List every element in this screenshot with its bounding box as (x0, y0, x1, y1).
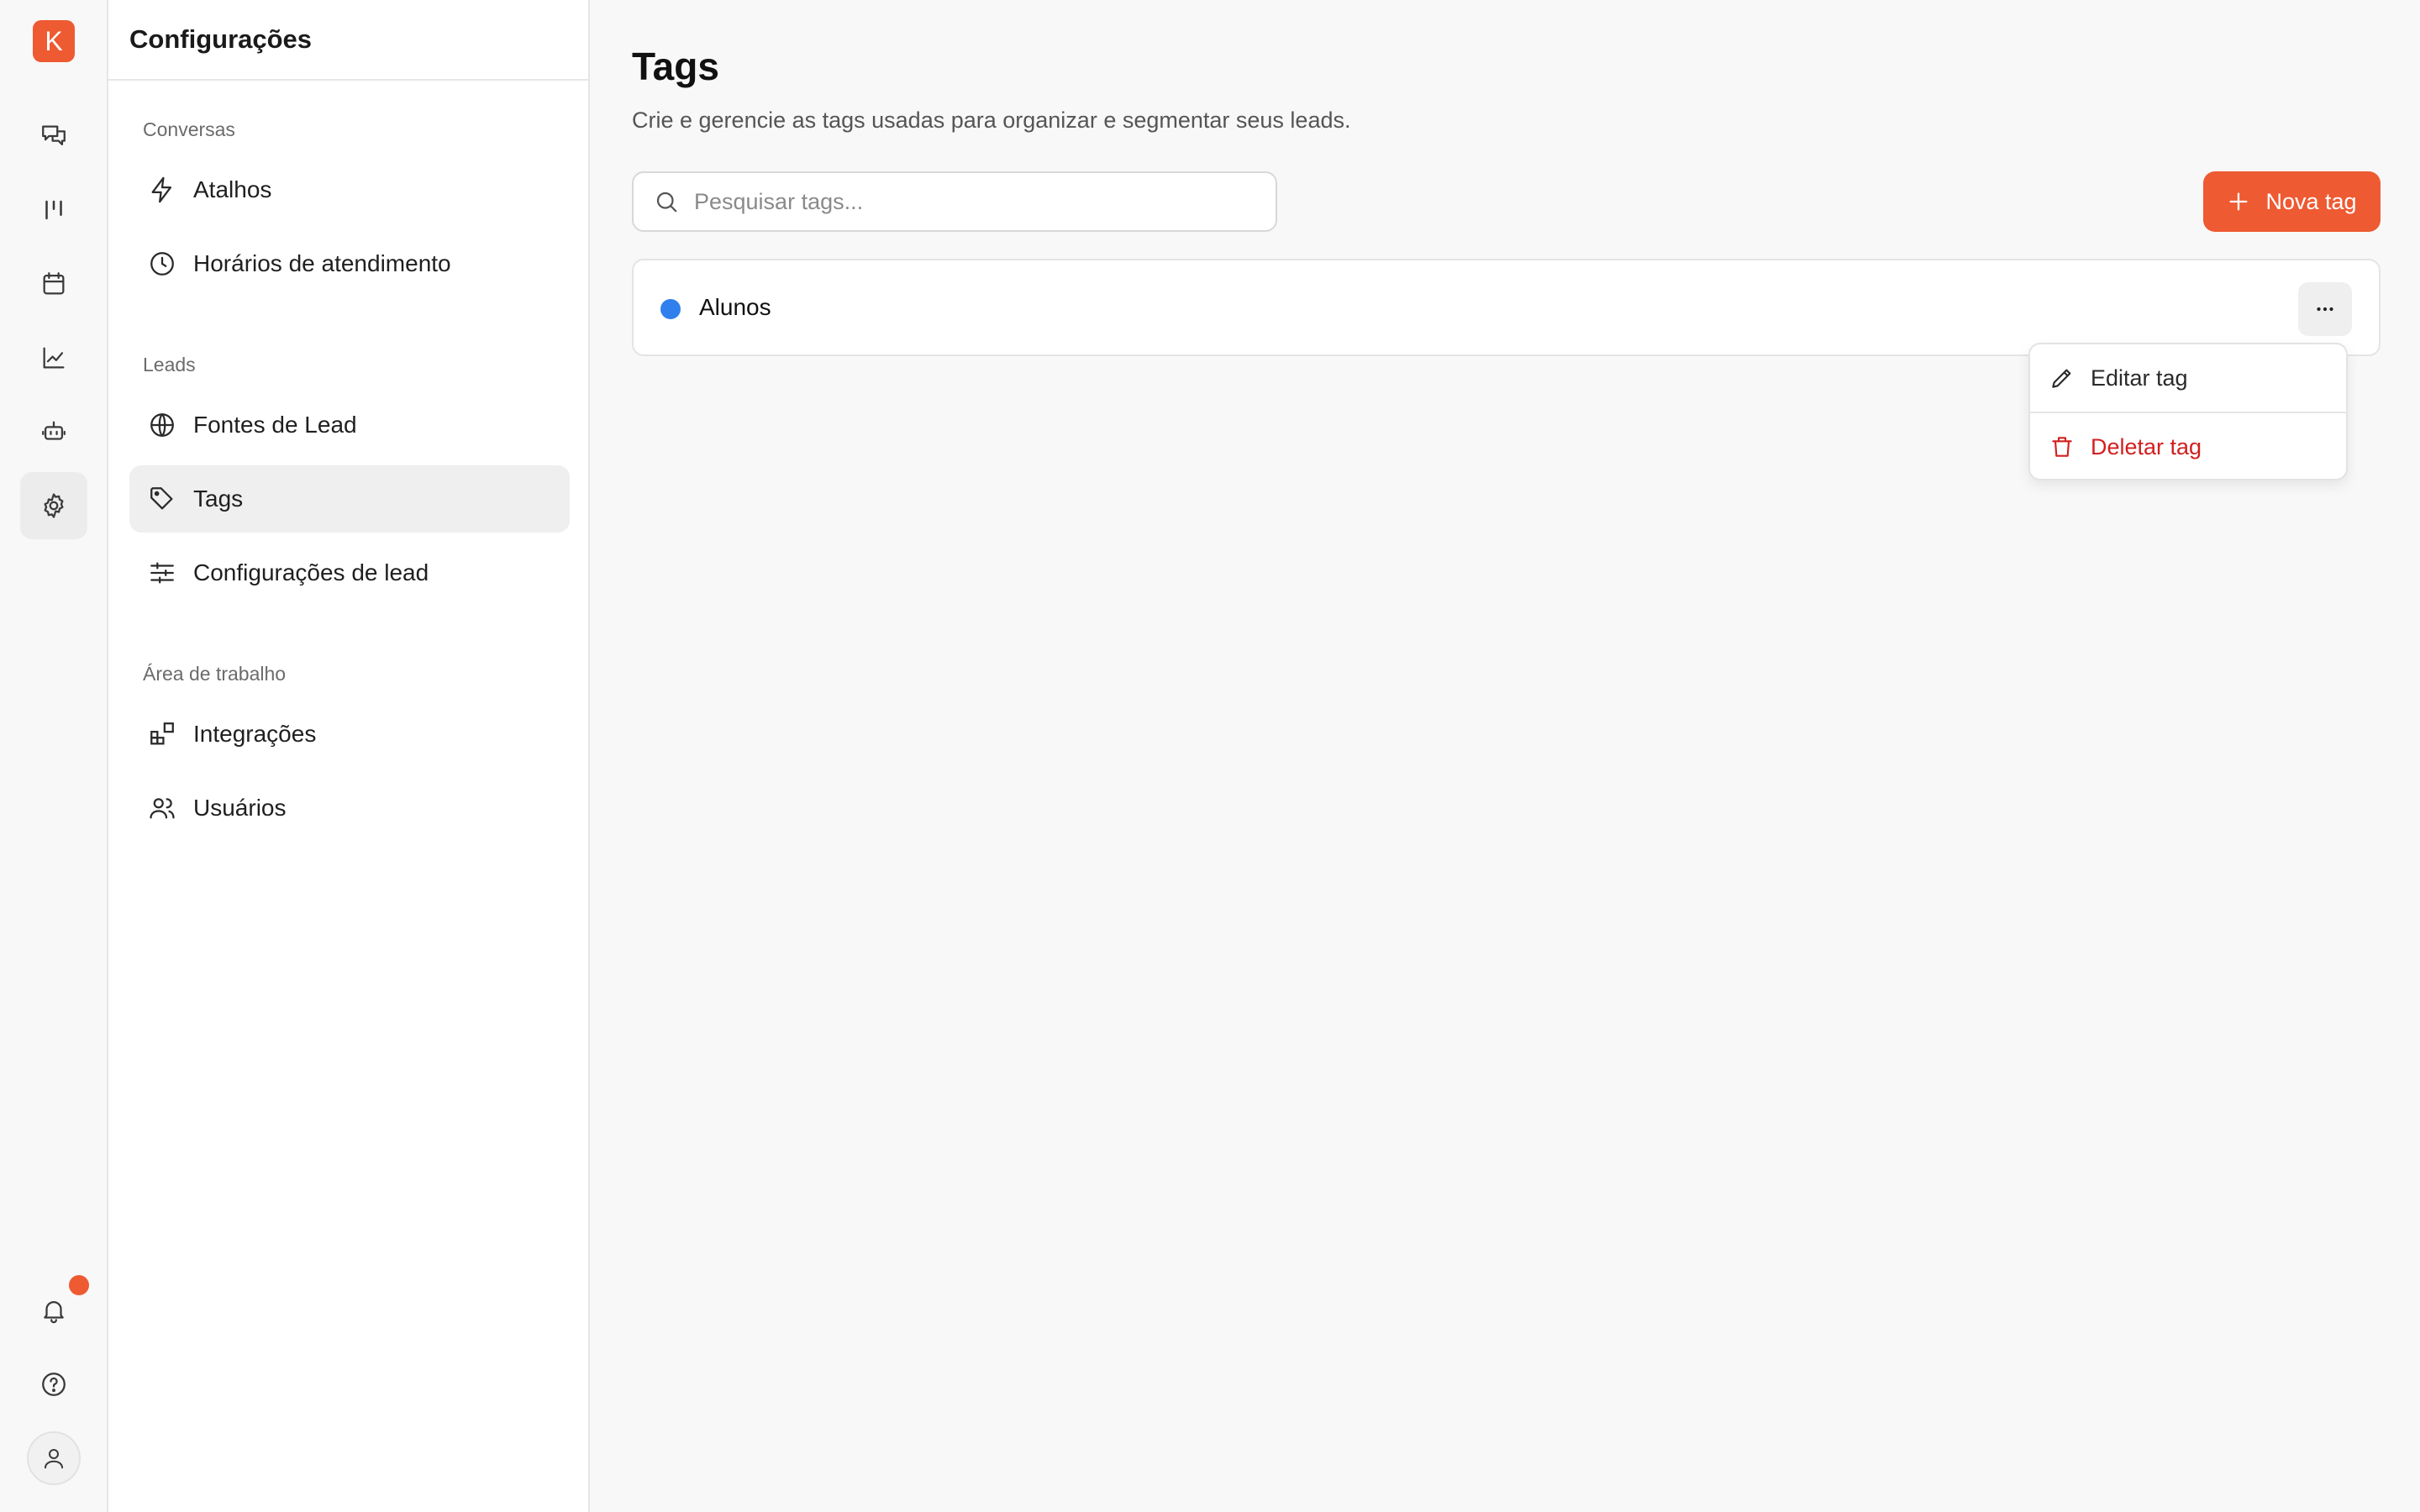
sidebar-item-fontes-de-lead[interactable]: Fontes de Lead (129, 391, 570, 459)
globe-icon (150, 412, 174, 438)
sliders-icon (150, 562, 174, 584)
icon-rail: K (0, 0, 108, 1512)
help-circle-icon (42, 1373, 66, 1396)
lightning-icon (151, 176, 172, 203)
settings-sidebar: Configurações Conversas Atalhos Horários… (108, 0, 590, 1512)
sidebar-item-label: Integrações (193, 721, 317, 747)
search-box[interactable] (632, 171, 1277, 232)
blocks-icon (150, 722, 174, 745)
tag-more-actions-button[interactable] (2298, 282, 2352, 336)
delete-tag-menu-item[interactable]: Deletar tag (2030, 413, 2346, 480)
help-button[interactable] (20, 1351, 87, 1418)
tag-icon (150, 487, 173, 510)
calendar-nav-button[interactable] (20, 250, 87, 318)
bot-icon (42, 421, 66, 440)
page-description: Crie e gerencie as tags usadas para orga… (632, 108, 1351, 133)
users-icon (150, 798, 175, 819)
new-tag-button-label: Nova tag (2265, 188, 2357, 214)
bell-icon (44, 1301, 64, 1324)
main-content: Tags Crie e gerencie as tags usadas para… (592, 0, 2420, 1512)
tag-row[interactable]: Alunos (632, 259, 2381, 356)
kanban-icon (45, 200, 62, 220)
page-title: Tags (632, 45, 719, 88)
line-chart-icon (43, 347, 65, 369)
clock-icon (150, 252, 174, 276)
app-logo[interactable]: K (33, 20, 75, 62)
chat-bubbles-icon (42, 125, 66, 146)
sidebar-header: Configurações (108, 0, 588, 81)
pencil-icon (2052, 369, 2071, 388)
calendar-icon (43, 272, 65, 295)
settings-nav-button[interactable] (20, 472, 87, 539)
bot-nav-button[interactable] (20, 398, 87, 465)
delete-tag-label: Deletar tag (2091, 433, 2202, 459)
sidebar-item-label: Horários de atendimento (193, 250, 451, 276)
sidebar-item-label: Fontes de Lead (193, 412, 357, 438)
tag-color-dot (660, 299, 681, 319)
sidebar-item-label: Configurações de lead (193, 559, 429, 585)
search-icon (656, 192, 677, 213)
more-horizontal-icon (2317, 307, 2333, 312)
sidebar-item-label: Atalhos (193, 176, 272, 202)
pipeline-nav-button[interactable] (20, 176, 87, 244)
tag-name: Alunos (699, 294, 771, 320)
gear-icon (44, 493, 64, 518)
sidebar-item-label: Usuários (193, 795, 287, 821)
sidebar-item-integracoes[interactable]: Integrações (129, 701, 570, 768)
sidebar-item-horarios[interactable]: Horários de atendimento (129, 230, 570, 297)
sidebar-item-usuarios[interactable]: Usuários (129, 774, 570, 842)
conversations-nav-button[interactable] (20, 102, 87, 170)
section-label-leads: Leads (143, 354, 196, 375)
sidebar-item-configuracoes-de-lead[interactable]: Configurações de lead (129, 539, 570, 606)
section-label-conversas: Conversas (143, 118, 235, 140)
new-tag-button[interactable]: Nova tag (2203, 171, 2381, 232)
section-label-area-de-trabalho: Área de trabalho (143, 663, 287, 685)
notification-badge (69, 1275, 89, 1295)
edit-tag-label: Editar tag (2091, 365, 2188, 391)
reports-nav-button[interactable] (20, 324, 87, 391)
sidebar-item-atalhos[interactable]: Atalhos (129, 156, 570, 223)
user-avatar[interactable] (27, 1431, 81, 1485)
sidebar-title: Configurações (129, 24, 313, 54)
trash-icon (2052, 437, 2072, 457)
tag-context-menu: Editar tag Deletar tag (2028, 343, 2348, 480)
sidebar-item-tags[interactable]: Tags (129, 465, 570, 533)
user-icon (45, 1449, 63, 1469)
search-input[interactable] (694, 188, 1232, 215)
plus-icon (2229, 192, 2248, 211)
edit-tag-menu-item[interactable]: Editar tag (2030, 344, 2346, 412)
sidebar-item-label: Tags (193, 486, 244, 512)
